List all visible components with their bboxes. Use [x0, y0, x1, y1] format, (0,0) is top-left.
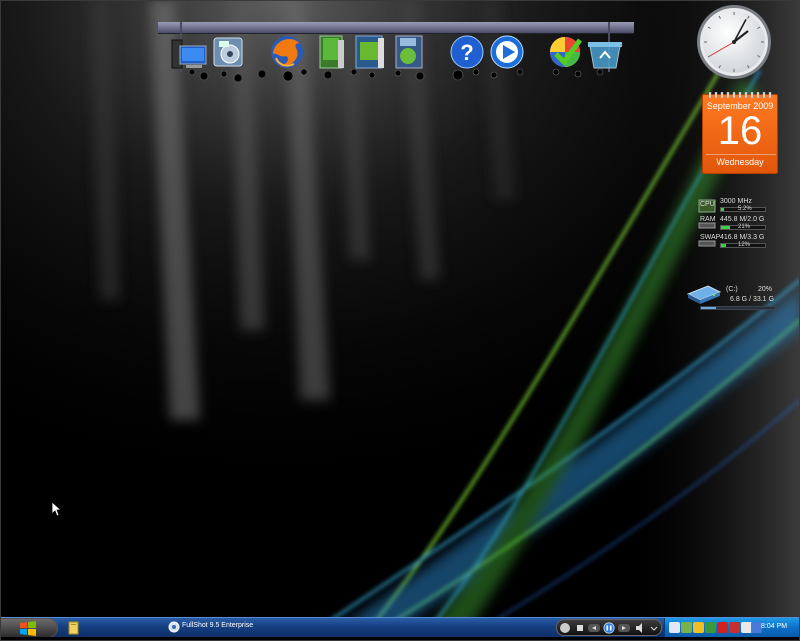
drive-bar-fill: [701, 307, 716, 309]
dock-ink-drops: [188, 68, 604, 83]
media-player-toolbar: [556, 619, 662, 636]
cpu-percent: 5.2%: [738, 206, 752, 212]
tray-security-icon[interactable]: [729, 622, 740, 633]
cpu-meter: CPU 3000 MHz 5.2%: [698, 198, 772, 214]
media-pause-icon[interactable]: [602, 622, 616, 634]
system-tray: 8:04 PM: [664, 618, 800, 638]
swap-chip-icon: [698, 240, 716, 247]
calendar-gadget[interactable]: September 2009 16 Wednesday: [702, 92, 778, 174]
cpu-bar-fill: [721, 208, 724, 211]
ram-bar-fill: [721, 226, 731, 229]
media-previous-icon[interactable]: [587, 622, 601, 634]
taskbar-item-fullshot[interactable]: FullShot 9.5 Enterprise: [166, 619, 344, 636]
taskbar-bottom-edge: [0, 637, 800, 641]
calendar-rings: [708, 92, 772, 98]
ram-value: 445.8 M/2.0 G: [720, 216, 765, 223]
drive-size: 6.8 G / 33.1 G: [730, 296, 774, 303]
desktop[interactable]: ? September 2009 16 Wednesday CPU 3000 M…: [0, 0, 800, 641]
drive-bar: [700, 306, 776, 310]
swap-percent: 12%: [738, 242, 751, 248]
calendar-divider: [706, 154, 776, 155]
clock-gadget[interactable]: [695, 3, 773, 81]
media-volume-icon[interactable]: [635, 622, 647, 634]
drive-percent: 20%: [758, 286, 773, 293]
tray-network-icon[interactable]: [669, 622, 680, 633]
cpu-value: 3000 MHz: [720, 198, 752, 205]
tray-clock[interactable]: 8:04 PM: [761, 623, 787, 630]
media-restore-icon[interactable]: [559, 622, 571, 634]
ram-chip-icon: [698, 222, 716, 229]
hard-drive-icon: [686, 285, 722, 304]
mouse-cursor-icon: [52, 502, 62, 517]
system-meter-gadget[interactable]: CPU 3000 MHz 5.2% RAM 445.8 M/2.0 G 21% …: [698, 198, 772, 252]
swap-bar-fill: [721, 244, 727, 247]
quick-launch-folder-icon[interactable]: [68, 621, 80, 635]
taskbar: FullShot 9.5 Enterprise 8:04 PM: [0, 617, 800, 638]
tray-antivirus-icon[interactable]: [717, 622, 728, 633]
tray-shield-icon[interactable]: [693, 622, 704, 633]
ram-meter: RAM 445.8 M/2.0 G 21%: [698, 216, 772, 232]
svg-text:?: ?: [460, 40, 473, 65]
dock: ?: [158, 22, 634, 83]
cpu-label: CPU: [700, 201, 715, 208]
media-next-icon[interactable]: [617, 622, 631, 634]
drive-meter-gadget[interactable]: (C:) 20% 6.8 G / 33.1 G: [686, 284, 778, 314]
windows-logo-icon: [20, 621, 36, 636]
ram-label: RAM: [700, 216, 716, 223]
swap-label: SWAP: [700, 234, 721, 241]
tray-monitor-icon[interactable]: [705, 622, 716, 633]
taskbar-item-label: FullShot 9.5 Enterprise: [182, 622, 254, 629]
calendar-weekday: Wednesday: [716, 157, 764, 167]
calendar-day: 16: [717, 109, 763, 153]
ram-percent: 21%: [738, 224, 751, 230]
start-button[interactable]: [0, 618, 58, 638]
media-menu-chevron-down-icon[interactable]: [649, 622, 659, 634]
media-stop-icon[interactable]: [575, 622, 585, 634]
fullshot-app-icon: [168, 621, 180, 633]
swap-value: 416.8 M/3.3 G: [720, 234, 765, 241]
drive-label: (C:): [726, 286, 738, 293]
tray-drive-icon[interactable]: [681, 622, 692, 633]
swap-meter: SWAP 416.8 M/3.3 G 12%: [698, 234, 772, 250]
